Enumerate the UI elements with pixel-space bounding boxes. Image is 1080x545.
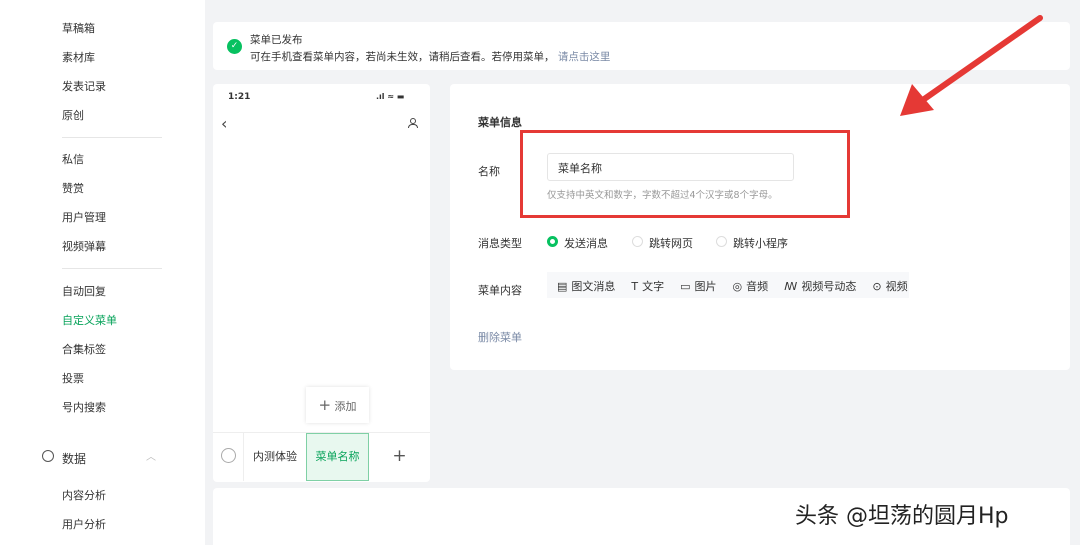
sidebar-item-vote[interactable]: 投票: [62, 370, 84, 386]
panel-heading: 菜单信息: [478, 116, 522, 129]
divider: [62, 137, 162, 138]
sidebar-item-reward[interactable]: 赞赏: [62, 180, 84, 196]
tool-image[interactable]: ▭ 图片: [680, 278, 716, 294]
type-label: 消息类型: [478, 237, 522, 250]
back-icon[interactable]: ‹: [221, 114, 227, 133]
chevron-up-icon[interactable]: ︿: [146, 448, 156, 463]
phone-menu-bar: 内测体验 菜单名称 +: [213, 432, 430, 482]
sidebar-item-custom-menu[interactable]: 自定义菜单: [62, 312, 117, 328]
type-mini-program[interactable]: 跳转小程序: [733, 235, 788, 251]
sidebar-item-users[interactable]: 用户管理: [62, 209, 106, 225]
tool-channels[interactable]: ꟿ 视频号动态: [784, 278, 856, 294]
divider: [62, 268, 162, 269]
notice-text: 可在手机查看菜单内容，若尚未生效，请稍后查看。若停用菜单，: [250, 51, 555, 63]
type-web-page[interactable]: 跳转网页: [649, 235, 693, 251]
notice-body: 可在手机查看菜单内容，若尚未生效，请稍后查看。若停用菜单， 请点击这里: [250, 49, 610, 64]
sidebar-item-user-analysis[interactable]: 用户分析: [62, 516, 106, 532]
play-icon: ⊙: [872, 279, 882, 293]
radio-send-message[interactable]: [547, 236, 558, 247]
tool-text[interactable]: T 文字: [631, 278, 664, 294]
add-menu-button[interactable]: +: [369, 433, 430, 481]
add-submenu-button[interactable]: + 添加: [306, 387, 369, 423]
sidebar-item-search[interactable]: 号内搜索: [62, 399, 106, 415]
sidebar-item-collections[interactable]: 合集标签: [62, 341, 106, 357]
radio-mini-program[interactable]: [716, 236, 727, 247]
user-icon[interactable]: [408, 118, 418, 129]
audio-icon: ◎: [732, 279, 743, 293]
radio-web-page[interactable]: [632, 236, 643, 247]
sidebar-item-content-analysis[interactable]: 内容分析: [62, 487, 106, 503]
phone-preview: 1:21 .ıl ≈ ▬ ‹ + 添加 内测体验 菜单名称 +: [213, 84, 430, 482]
delete-menu-link[interactable]: 删除菜单: [478, 329, 522, 345]
sidebar-item-danmaku[interactable]: 视频弹幕: [62, 238, 106, 254]
image-icon: ▭: [680, 279, 691, 293]
sidebar-item-original[interactable]: 原创: [62, 107, 84, 123]
menu-info-panel: 菜单信息 名称 菜单名称 仅支持中英文和数字，字数不超过4个汉字或8个字母。 消…: [450, 84, 1070, 370]
menu-item-selected[interactable]: 菜单名称: [306, 433, 369, 481]
notice-title: 菜单已发布: [250, 34, 303, 46]
sidebar-item-drafts[interactable]: 草稿箱: [62, 20, 95, 36]
sidebar-item-messages[interactable]: 私信: [62, 151, 84, 167]
sidebar: 草稿箱 素材库 发表记录 原创 私信 赞赏 用户管理 视频弹幕 自动回复 自定义…: [0, 0, 205, 545]
keyboard-icon[interactable]: [221, 448, 236, 463]
tool-audio[interactable]: ◎ 音频: [733, 278, 769, 294]
type-send-message[interactable]: 发送消息: [564, 235, 608, 251]
clock-icon: [42, 450, 54, 462]
sidebar-item-auto-reply[interactable]: 自动回复: [62, 283, 106, 299]
highlight-box: [520, 130, 850, 218]
menu-item-beta[interactable]: 内测体验: [243, 433, 306, 481]
add-label: 添加: [334, 400, 357, 413]
phone-time: 1:21: [228, 92, 251, 102]
document-icon: ▤: [557, 279, 568, 293]
sidebar-item-materials[interactable]: 素材库: [62, 49, 95, 65]
disable-menu-link[interactable]: 请点击这里: [558, 51, 611, 63]
content-label: 菜单内容: [478, 284, 522, 297]
plus-icon: +: [318, 396, 332, 414]
tool-article[interactable]: ▤ 图文消息: [557, 278, 615, 294]
content-toolbar: ▤ 图文消息 T 文字 ▭ 图片 ◎ 音频 ꟿ 视频号动态 ⊙ 视频: [547, 272, 909, 298]
red-arrow-icon: [900, 15, 1043, 116]
sidebar-section-data[interactable]: 数据: [62, 450, 86, 467]
watermark: 头条 @坦荡的圆月Hp: [795, 504, 1009, 529]
name-label: 名称: [478, 165, 500, 178]
status-icons: .ıl ≈ ▬: [376, 92, 405, 101]
check-circle-icon: ✓: [227, 39, 242, 54]
text-icon: T: [631, 279, 639, 293]
channels-icon: ꟿ: [784, 279, 798, 293]
sidebar-item-publish-history[interactable]: 发表记录: [62, 78, 106, 94]
tool-video[interactable]: ⊙ 视频: [872, 278, 907, 294]
